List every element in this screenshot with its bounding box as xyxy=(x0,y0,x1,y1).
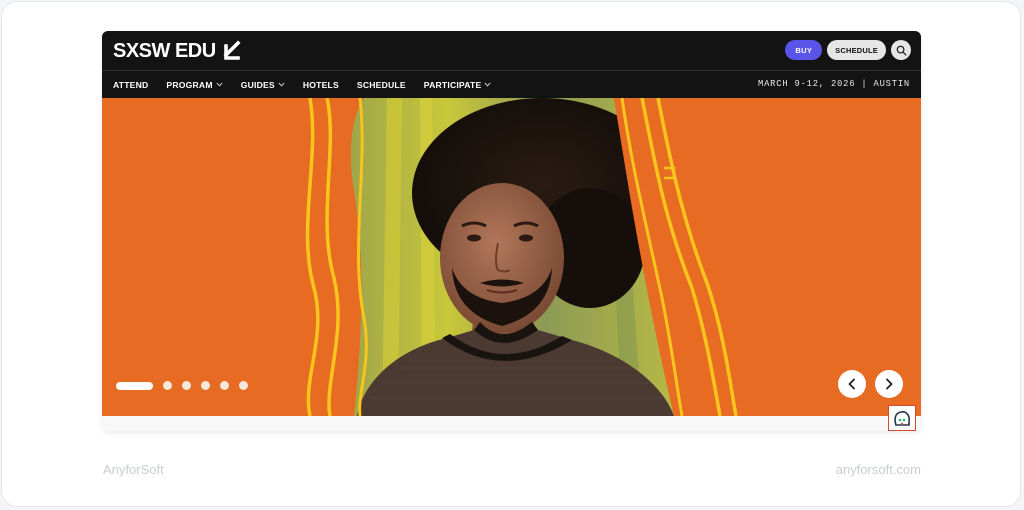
footer-website[interactable]: anyforsoft.com xyxy=(836,462,921,477)
carousel-dot[interactable] xyxy=(182,381,191,390)
schedule-button[interactable]: SCHEDULE xyxy=(827,40,886,60)
top-actions: BUY SCHEDULE xyxy=(785,40,911,60)
carousel-dot-active[interactable] xyxy=(116,381,153,390)
footer-brand: AnyforSoft xyxy=(103,462,164,477)
carousel-dot[interactable] xyxy=(201,381,210,390)
nav-item-guides[interactable]: GUIDES xyxy=(241,80,285,90)
logo-text: SXSW EDU xyxy=(113,39,216,62)
event-date: MARCH 9-12, 2026 | AUSTIN xyxy=(758,79,910,89)
main-nav: ATTEND PROGRAM GUIDES HOTELS SCHEDULE PA… xyxy=(102,71,921,98)
top-bar: SXSW EDU BUY SCHEDULE xyxy=(102,31,921,71)
nav-item-hotels[interactable]: HOTELS xyxy=(303,80,339,90)
site-logo[interactable]: SXSW EDU xyxy=(113,39,242,63)
nav-item-schedule[interactable]: SCHEDULE xyxy=(357,80,406,90)
chevron-down-icon xyxy=(216,82,223,87)
chevron-left-icon xyxy=(848,378,855,390)
nav-item-label: SCHEDULE xyxy=(356,79,406,90)
chevron-down-icon xyxy=(278,82,285,87)
nav-item-program[interactable]: PROGRAM xyxy=(166,79,223,90)
carousel-dot[interactable] xyxy=(220,381,229,390)
carousel-dot[interactable] xyxy=(163,381,172,390)
nav-items: ATTEND PROGRAM GUIDES HOTELS SCHEDULE PA… xyxy=(113,71,491,98)
carousel-dot[interactable] xyxy=(239,381,248,390)
search-button[interactable] xyxy=(891,40,911,60)
carousel-prev-button[interactable] xyxy=(838,370,866,398)
buy-button[interactable]: BUY xyxy=(785,40,823,60)
hero-carousel xyxy=(102,98,921,416)
nav-item-label: PROGRAM xyxy=(166,79,213,90)
chevron-right-icon xyxy=(886,378,893,390)
website-screenshot: SXSW EDU BUY SCHEDULE ATTEND PROGRAM GUI… xyxy=(102,31,921,431)
nav-item-label: ATTEND xyxy=(113,79,149,90)
carousel-next-button[interactable] xyxy=(875,370,903,398)
nav-item-label: PARTICIPATE xyxy=(423,79,482,90)
nav-item-attend[interactable]: ATTEND xyxy=(113,80,148,90)
carousel-pagination xyxy=(116,381,248,390)
nav-item-participate[interactable]: PARTICIPATE xyxy=(424,80,492,90)
nav-item-label: HOTELS xyxy=(302,79,339,90)
chat-bot-icon xyxy=(894,411,910,426)
nav-item-label: GUIDES xyxy=(240,79,275,90)
chat-widget-button[interactable] xyxy=(888,405,916,431)
arrow-down-left-icon xyxy=(223,40,241,60)
hero-slide-image xyxy=(102,98,921,416)
search-icon xyxy=(896,45,907,56)
chevron-down-icon xyxy=(484,82,491,87)
content-strip xyxy=(102,416,921,431)
